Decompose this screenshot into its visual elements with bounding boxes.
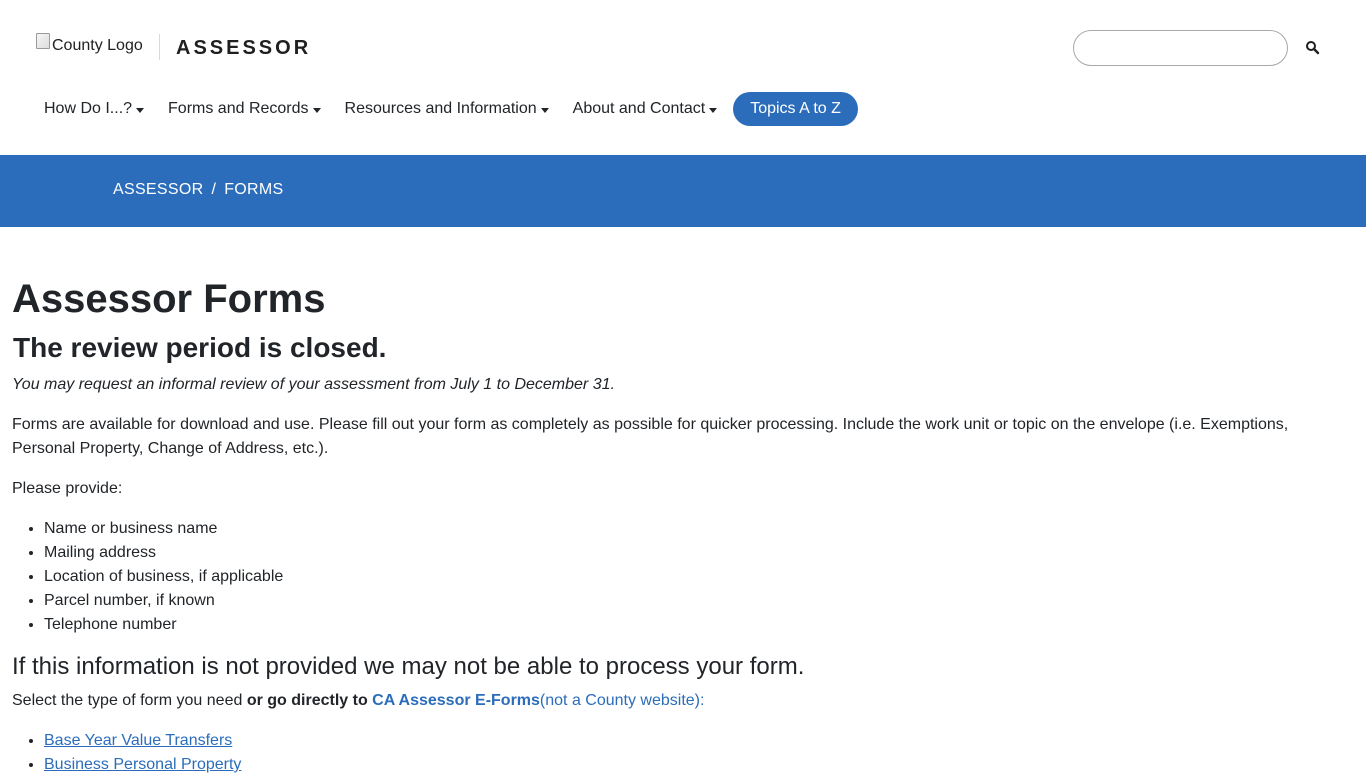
nav-item-how-do-i[interactable]: How Do I...? [44, 92, 145, 126]
ca-eforms-link[interactable]: CA Assessor E-Forms [372, 692, 540, 709]
nav-item-label: How Do I...? [44, 100, 133, 117]
select-bold: or go directly to [246, 692, 373, 709]
breadcrumb: ASSESSOR / FORMS [113, 181, 283, 199]
search-icon [1306, 41, 1320, 55]
breadcrumb-item-assessor[interactable]: ASSESSOR [113, 181, 203, 198]
form-link-base-year-value-transfers[interactable]: Base Year Value Transfers [44, 732, 232, 749]
main-nav: How Do I...? Forms and Records Resources… [44, 92, 858, 126]
list-item: Name or business name [44, 517, 283, 541]
form-type-list: Base Year Value Transfers Business Perso… [12, 729, 241, 777]
eforms-note: (not a County website): [539, 692, 705, 709]
select-form-line: Select the type of form you need or go d… [12, 689, 704, 713]
nav-item-label: Resources and Information [344, 100, 537, 117]
caret-down-icon [136, 107, 145, 113]
form-link-business-personal-property[interactable]: Business Personal Property [44, 756, 241, 773]
list-item: Parcel number, if known [44, 589, 283, 613]
broken-image-icon [36, 33, 50, 49]
logo-alt-text: County Logo [52, 37, 143, 54]
list-item: Location of business, if applicable [44, 565, 283, 589]
required-info-list: Name or business name Mailing address Lo… [12, 517, 283, 637]
site-header: County Logo ASSESSOR How Do I...? Forms … [0, 0, 1366, 155]
nav-item-resources-and-information[interactable]: Resources and Information [345, 92, 549, 126]
nav-item-forms-and-records[interactable]: Forms and Records [168, 92, 321, 126]
caret-down-icon [709, 107, 718, 113]
review-status-heading: The review period is closed. [13, 332, 387, 363]
nav-item-label: About and Contact [572, 100, 706, 117]
search-input[interactable] [1073, 30, 1288, 66]
list-item: Business Personal Property [44, 753, 241, 777]
provide-label: Please provide: [12, 480, 123, 497]
forms-intro-paragraph: Forms are available for download and use… [12, 416, 1289, 457]
breadcrumb-separator: / [211, 181, 217, 198]
breadcrumb-item-forms: FORMS [224, 181, 284, 198]
breadcrumb-banner: ASSESSOR / FORMS [0, 155, 1366, 227]
topics-a-to-z-button[interactable]: Topics A to Z [733, 92, 858, 126]
nav-item-label: Forms and Records [168, 100, 309, 117]
caret-down-icon [540, 107, 549, 113]
nav-item-about-and-contact[interactable]: About and Contact [573, 92, 718, 126]
caret-down-icon [312, 107, 321, 113]
list-item: Telephone number [44, 613, 283, 637]
page-title: Assessor Forms [12, 277, 326, 321]
warning-text: If this information is not provided we m… [12, 653, 805, 680]
list-item: Mailing address [44, 541, 283, 565]
county-logo[interactable]: County Logo [36, 33, 143, 55]
search-button[interactable] [1304, 39, 1322, 57]
site-brand[interactable]: ASSESSOR [176, 37, 311, 60]
select-prefix: Select the type of form you need [12, 692, 247, 709]
logo-divider [159, 34, 160, 60]
list-item: Base Year Value Transfers [44, 729, 241, 753]
review-note: You may request an informal review of yo… [12, 376, 615, 393]
